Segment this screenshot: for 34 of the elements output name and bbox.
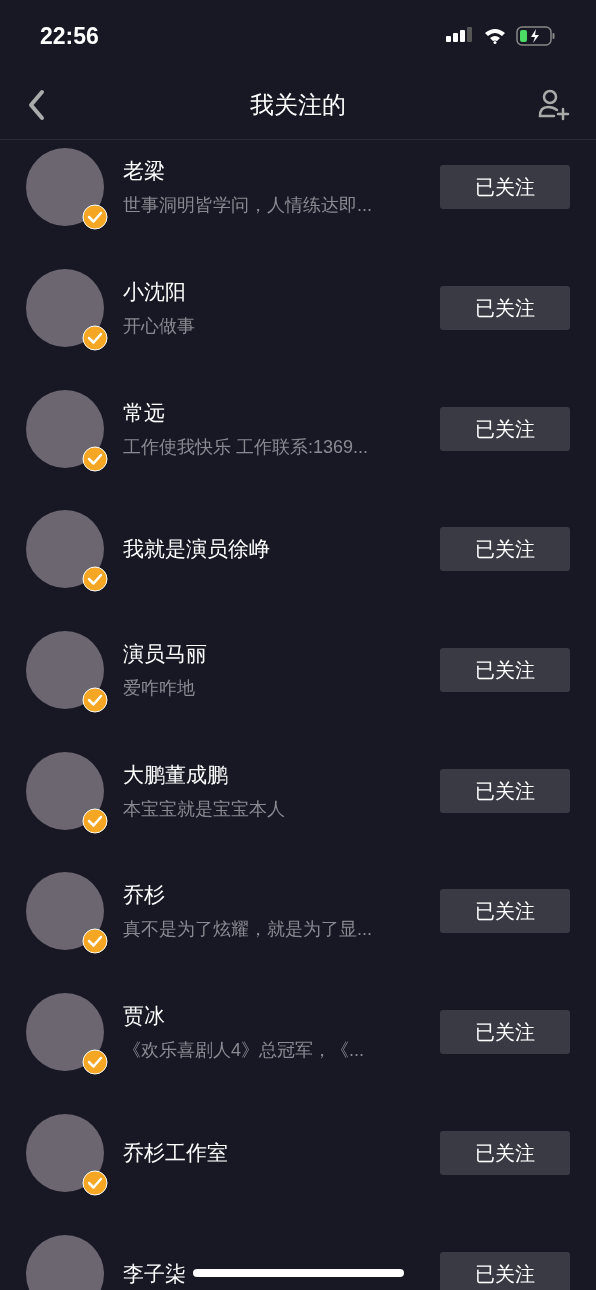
wifi-icon (484, 28, 506, 44)
user-bio: 爱咋咋地 (123, 677, 195, 701)
user-name: 乔杉 (123, 882, 165, 909)
user-bio: 《欢乐喜剧人4》总冠军，《... (123, 1039, 364, 1063)
status-time: 22:56 (40, 21, 99, 51)
user-name: 我就是演员徐峥 (123, 536, 270, 563)
page-title: 我关注的 (250, 89, 346, 120)
user-bio: 世事洞明皆学问，人情练达即... (123, 194, 372, 218)
battery-charging-icon (516, 26, 556, 46)
following-button[interactable]: 已关注 (440, 286, 570, 331)
back-icon[interactable] (26, 88, 46, 121)
following-button[interactable]: 已关注 (440, 1251, 570, 1290)
user-name: 小沈阳 (123, 279, 186, 306)
user-name: 大鹏董成鹏 (123, 761, 228, 788)
user-bio: 本宝宝就是宝宝本人 (123, 797, 285, 821)
user-name: 李子柒 (123, 1260, 186, 1287)
user-bio: 真不是为了炫耀，就是为了显... (123, 918, 372, 942)
following-button[interactable]: 已关注 (440, 1010, 570, 1055)
user-bio: 开心做事 (123, 315, 195, 339)
user-bio: 工作使我快乐 工作联系:1369... (123, 435, 369, 459)
add-user-icon[interactable] (536, 87, 570, 122)
following-button[interactable]: 已关注 (440, 165, 570, 210)
user-name: 乔杉工作室 (123, 1139, 228, 1166)
following-button[interactable]: 已关注 (440, 768, 570, 813)
following-button[interactable]: 已关注 (440, 1130, 570, 1175)
user-name: 贾冰 (123, 1003, 165, 1030)
following-button[interactable]: 已关注 (440, 889, 570, 934)
following-button[interactable]: 已关注 (440, 648, 570, 693)
user-name: 常远 (123, 399, 165, 426)
signal-icon (446, 27, 474, 45)
user-name: 老梁 (123, 158, 165, 185)
following-button[interactable]: 已关注 (440, 527, 570, 572)
following-button[interactable]: 已关注 (440, 406, 570, 451)
user-name: 演员马丽 (123, 641, 207, 668)
